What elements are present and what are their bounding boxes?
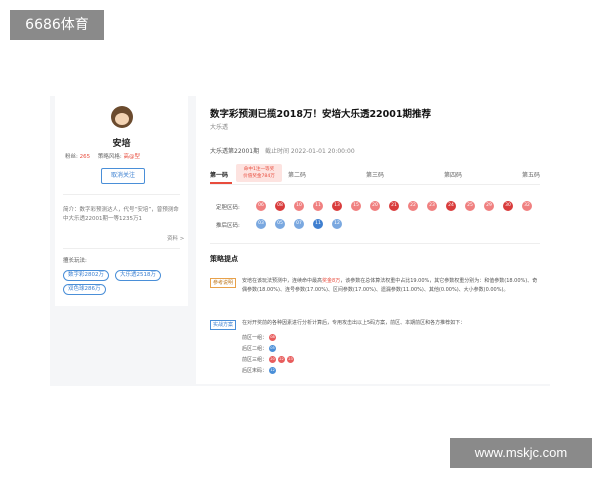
front-ball: 25 [465, 201, 475, 211]
back-ball: 05 [275, 219, 285, 229]
zone-label: 前区一组： [242, 335, 268, 341]
front-ball: 10 [294, 201, 304, 211]
author-name: 安培 [112, 139, 131, 149]
front-ball: 32 [522, 201, 532, 211]
author-avatar[interactable] [111, 106, 133, 128]
author-stats: 粉丝: 265 策略风格: 高@型 [65, 152, 146, 160]
divider [210, 243, 540, 244]
article-category: 大乐透 [210, 124, 229, 131]
front-ball: 29 [484, 201, 494, 211]
front-ball: 24 [446, 201, 456, 211]
front-ball: 21 [389, 201, 399, 211]
style-label: 策略风格: [97, 154, 122, 160]
back-ball: 07 [294, 219, 304, 229]
back-zone-label: 推后区码: [216, 223, 240, 229]
divider [63, 248, 180, 249]
strategy-tag: 实战方案 [210, 320, 237, 330]
zone-ball: 05 [269, 345, 277, 352]
record-chip[interactable]: 双色球286万 [63, 284, 106, 295]
back-ball: 12 [332, 219, 342, 229]
reference-text-highlight: 奖金8万 [322, 278, 341, 284]
site-watermark-bottom: www.mskjc.com [450, 438, 592, 468]
back-ball: 03 [256, 219, 266, 229]
author-card: 安培 粉丝: 265 策略风格: 高@型 取消关注 简介：数字彩预测达人，代号“… [55, 96, 188, 306]
reference-text-a: 安培在该玩法预测中，连续命中最高 [242, 278, 323, 284]
zone-label: 后区末码： [242, 368, 268, 374]
site-watermark-top: 6686体育 [10, 10, 104, 40]
front-ball: 22 [408, 201, 418, 211]
zone-ball: 12 [269, 367, 277, 374]
article-meta: 大乐透第22001期 截止时间 2022-01-01 20:00:00 [210, 146, 355, 155]
fans-label: 粉丝: [65, 154, 78, 160]
divider [63, 194, 180, 195]
style-value: 高@型 [123, 154, 140, 160]
article-title: 数字彩预测已揽2018万！安培大乐透22001期推荐 [210, 109, 431, 120]
front-zone-label: 定胆区码: [216, 205, 240, 211]
more-link[interactable]: 资料 > [167, 234, 184, 242]
record-chip[interactable]: 大乐透2518万 [115, 270, 161, 281]
tab-third-code[interactable]: 第三码 [366, 170, 384, 179]
zone-row: 前区三组： 20 22 23 [242, 356, 295, 363]
zone-ball: 22 [278, 356, 286, 363]
active-tab-indicator [210, 182, 232, 184]
zone-ball: 20 [269, 356, 277, 363]
front-ball: 06 [256, 201, 266, 211]
front-ball: 08 [275, 201, 285, 211]
section-title: 策略提点 [210, 255, 238, 263]
tab-second-code[interactable]: 第二码 [288, 170, 306, 179]
back-ball: 11 [313, 219, 323, 229]
front-ball: 11 [313, 201, 323, 211]
period-label: 大乐透第22001期 [210, 148, 260, 155]
reference-tag: 参考说明 [210, 278, 237, 288]
unfollow-button[interactable]: 取消关注 [101, 168, 145, 184]
front-ball: 13 [332, 201, 342, 211]
zone-label: 前区三组： [242, 357, 268, 363]
fans-value: 265 [79, 154, 91, 160]
promo-badge: 命中1注一等奖 价值奖金784万 [236, 164, 282, 182]
front-ball: 20 [370, 201, 380, 211]
zone-ball: 23 [287, 356, 295, 363]
front-ball: 23 [427, 201, 437, 211]
tab-fourth-code[interactable]: 第四码 [444, 170, 462, 179]
zone-label: 后区二组： [242, 346, 268, 352]
zone-row: 后区末码： 12 [242, 367, 277, 374]
promo-line: 命中1注一等奖 [243, 167, 275, 172]
zone-ball: 08 [269, 334, 277, 341]
strategy-text: 在对开奖前的各种因素进行分析计算后，专用攻击出以上5码方案，前区、本期前区和各方… [242, 320, 466, 326]
article-card: 数字彩预测已揽2018万！安培大乐透22001期推荐 大乐透 大乐透第22001… [196, 96, 550, 384]
front-ball: 15 [351, 201, 361, 211]
author-intro: 简介：数字彩预测达人，代号“安培”，曾预测命中大乐透22001期一等1235万1 [63, 207, 179, 222]
tab-first-code[interactable]: 第一码 [210, 170, 228, 179]
zone-row: 前区一组： 08 [242, 334, 277, 341]
tab-fifth-code[interactable]: 第五码 [522, 170, 540, 179]
front-ball: 30 [503, 201, 513, 211]
deadline-label: 截止时间 2022-01-01 20:00:00 [265, 148, 355, 155]
zone-row: 后区二组： 05 [242, 345, 277, 352]
record-label: 擅长玩法: [63, 258, 87, 264]
reference-text: 安培在该玩法预测中，连续命中最高奖金8万，该参数在总体算法权重中占比19.00%… [242, 277, 538, 295]
record-chip[interactable]: 数字彩2802万 [63, 270, 109, 281]
promo-line: 价值奖金784万 [243, 174, 275, 179]
